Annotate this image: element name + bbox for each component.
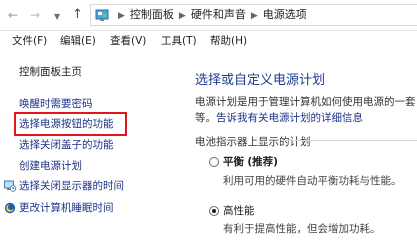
recent-locations-chevron-icon[interactable]: ▼: [54, 10, 60, 24]
menu-help[interactable]: 帮助(H): [210, 34, 247, 48]
breadcrumb-item-hardware-sound[interactable]: 硬件和声音: [191, 8, 246, 21]
menu-file[interactable]: 文件(F): [12, 34, 47, 48]
menu-view[interactable]: 查看(V): [110, 34, 146, 48]
plan-balanced-name: 平衡: [223, 156, 244, 168]
description-text: 电源计划是用于管理计算机如何使用电源的一套: [195, 96, 416, 108]
sidebar-item-create-plan[interactable]: 创建电源计划: [19, 159, 82, 173]
control-panel-icon: [95, 9, 109, 21]
plan-high-performance-description: 有利于提高性能，但会增加功耗。: [223, 223, 381, 235]
breadcrumb-separator-icon: ▶: [178, 11, 186, 21]
breadcrumb-path: ▶ 控制面板 ▶ 硬件和声音 ▶ 电源选项: [113, 8, 307, 23]
main-panel: 选择或自定义电源计划 电源计划是用于管理计算机如何使用电源的一套 等。告诉我有关…: [195, 51, 417, 237]
moon-globe-icon: [4, 202, 16, 214]
up-arrow-icon[interactable]: ↑: [72, 8, 83, 22]
breadcrumb-separator-icon: ▶: [118, 11, 125, 21]
plan-high-performance-label[interactable]: 高性能: [223, 203, 255, 218]
sidebar-item-require-password[interactable]: 唤醒时需要密码: [19, 97, 93, 111]
forward-arrow-icon[interactable]: →: [30, 8, 40, 22]
breadcrumb-item-control-panel[interactable]: 控制面板: [130, 8, 174, 21]
sidebar-item-lid-close[interactable]: 选择关闭盖子的功能: [19, 138, 114, 152]
menu-bar: 文件(F) 编辑(E) 查看(V) 工具(T) 帮助(H): [0, 31, 417, 51]
sidebar: 控制面板主页 唤醒时需要密码 选择电源按钮的功能 选择关闭盖子的功能 创建电源计…: [0, 51, 178, 237]
sidebar-item-control-panel-home[interactable]: 控制面板主页: [19, 65, 82, 79]
radio-balanced[interactable]: [209, 157, 219, 167]
plan-balanced-tag: (推荐): [247, 156, 278, 168]
breadcrumb-separator-icon: ▶: [250, 11, 258, 21]
section-divider: [283, 140, 417, 141]
menu-edit[interactable]: 编辑(E): [60, 34, 96, 48]
page-title: 选择或自定义电源计划: [195, 73, 326, 88]
sidebar-item-sleep-time[interactable]: 更改计算机睡眠时间: [19, 201, 114, 215]
monitor-clock-icon: [4, 180, 16, 192]
menu-tools[interactable]: 工具(T): [161, 34, 197, 48]
power-plan-info-link[interactable]: 告诉我有关电源计划的详细信息: [216, 112, 363, 124]
back-arrow-icon[interactable]: ←: [8, 8, 18, 22]
plans-section-header: 电池指示器上显示的计划: [195, 136, 311, 148]
description-line-2: 等。告诉我有关电源计划的详细信息: [195, 110, 363, 125]
breadcrumb-item-power-options[interactable]: 电源选项: [263, 8, 307, 21]
breadcrumb[interactable]: ▶ 控制面板 ▶ 硬件和声音 ▶ 电源选项: [90, 4, 417, 26]
highlight-box: [14, 112, 127, 136]
description-prefix: 等。: [195, 112, 216, 124]
sidebar-item-display-off-time[interactable]: 选择关闭显示器的时间: [19, 179, 124, 193]
radio-high-performance[interactable]: [209, 206, 219, 216]
plan-balanced-label[interactable]: 平衡 (推荐): [223, 154, 278, 169]
address-bar: ← → ▼ ↑ ▶ 控制面板 ▶ 硬件和声音 ▶ 电源选项: [0, 0, 417, 31]
plan-balanced-description: 利用可用的硬件自动平衡功耗与性能。: [223, 175, 402, 187]
